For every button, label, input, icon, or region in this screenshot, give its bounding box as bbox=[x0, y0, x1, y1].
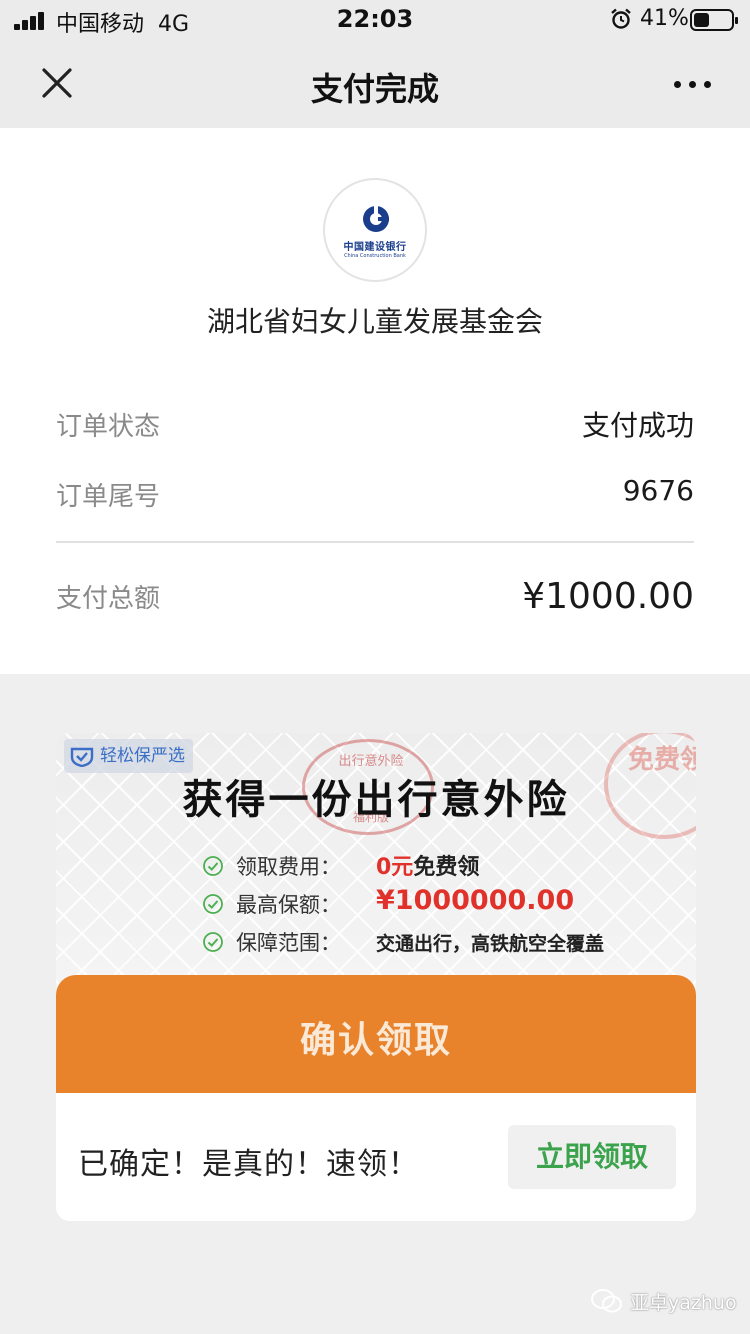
ad-feature-label: 最高保额： bbox=[236, 893, 341, 917]
order-tail-label: 订单尾号 bbox=[56, 482, 161, 512]
confirm-claim-label: 确认领取 bbox=[299, 1020, 452, 1061]
order-tail-value: 9676 bbox=[622, 474, 694, 507]
more-icon[interactable] bbox=[668, 70, 718, 98]
divider bbox=[56, 541, 694, 543]
page-title: 支付完成 bbox=[310, 70, 439, 108]
ad-banner[interactable]: 轻松保严选 出行意外险 福利版 免费领 获得一份出行意外险 领取费用： 0元免费… bbox=[56, 733, 696, 1095]
battery-percent: 41% bbox=[640, 6, 689, 31]
receipt-zigzag-edge bbox=[0, 664, 750, 680]
max-coverage-amount: ¥1000000.00 bbox=[376, 885, 575, 916]
status-bar: 中国移动 4G 22:03 41% bbox=[0, 0, 750, 40]
total-amount-value: ¥1000.00 bbox=[522, 576, 694, 617]
check-circle-icon bbox=[203, 932, 223, 952]
shield-logo-icon bbox=[70, 747, 94, 767]
battery-fill bbox=[694, 13, 709, 27]
watermark-text: 亚卓yazhuo bbox=[630, 1292, 737, 1314]
ad-feature-label: 领取费用： bbox=[236, 855, 341, 879]
bank-logo-name-en: China Construction Bank bbox=[344, 253, 406, 259]
merchant-name: 湖北省妇女儿童发展基金会 bbox=[206, 305, 543, 338]
bank-logo-name: 中国建设银行 bbox=[343, 242, 407, 253]
alarm-icon bbox=[611, 8, 631, 29]
battery-icon bbox=[690, 9, 738, 31]
total-amount-label: 支付总额 bbox=[56, 584, 161, 614]
ad-headline: 获得一份出行意外险 bbox=[182, 777, 570, 823]
ad-slogan: 已确定！是真的！速领！ bbox=[78, 1147, 419, 1182]
ad-brand-name: 轻松保严选 bbox=[100, 746, 185, 766]
ad-footer: 已确定！是真的！速领！ 立即领取 bbox=[56, 1093, 696, 1221]
ad-feature-value: 0元免费领 bbox=[376, 849, 479, 881]
fee-note: 免费领 bbox=[413, 855, 480, 880]
ad-feature-label: 保障范围： bbox=[236, 931, 341, 955]
claim-now-button[interactable]: 立即领取 bbox=[508, 1125, 676, 1189]
insurance-ad-card[interactable]: 轻松保严选 出行意外险 福利版 免费领 获得一份出行意外险 领取费用： 0元免费… bbox=[56, 733, 696, 1221]
payment-receipt: 中国建设银行 China Construction Bank 湖北省妇女儿童发展… bbox=[0, 128, 750, 674]
clock: 22:03 bbox=[336, 5, 414, 33]
nav-bar: 支付完成 bbox=[0, 40, 750, 128]
ccb-logo-icon bbox=[363, 206, 389, 232]
order-status-value: 支付成功 bbox=[581, 409, 694, 442]
check-circle-icon bbox=[203, 894, 223, 914]
coverage-scope: 交通出行，高铁航空全覆盖 bbox=[376, 933, 605, 955]
order-status-label: 订单状态 bbox=[56, 412, 161, 442]
confirm-claim-button[interactable]: 确认领取 bbox=[56, 975, 696, 1095]
wechat-official-icon bbox=[591, 1289, 622, 1313]
check-circle-icon bbox=[203, 856, 223, 876]
bank-logo: 中国建设银行 China Construction Bank bbox=[323, 178, 427, 282]
fee-amount: 0元 bbox=[376, 855, 414, 880]
